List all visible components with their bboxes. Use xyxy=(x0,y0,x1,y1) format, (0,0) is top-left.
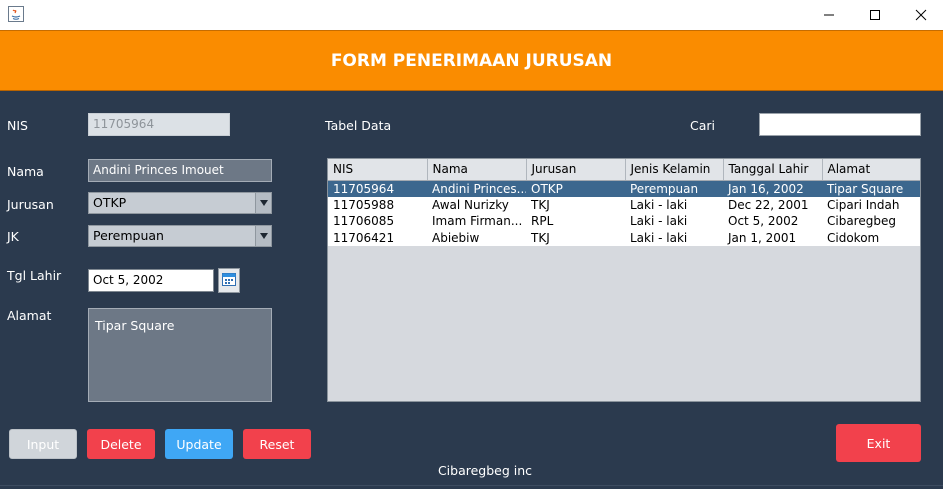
tgl-lahir-label: Tgl Lahir xyxy=(7,268,62,283)
table-cell: TKJ xyxy=(526,196,625,213)
column-header-nis[interactable]: NIS xyxy=(328,159,428,181)
jk-label: JK xyxy=(7,229,19,244)
jurusan-label: Jurusan xyxy=(7,197,54,212)
table-cell: Cipari Indah xyxy=(822,196,920,213)
table-cell: Cibaregbeg xyxy=(822,213,920,230)
cari-input[interactable] xyxy=(759,113,921,136)
column-header-jurusan[interactable]: Jurusan xyxy=(526,159,626,181)
nama-label: Nama xyxy=(7,164,44,179)
table-cell: Imam Firman... xyxy=(427,213,526,230)
maximize-button[interactable] xyxy=(852,0,898,30)
column-header-nama[interactable]: Nama xyxy=(427,159,527,181)
table-row[interactable]: 11705964 Andini Princes... OTKP Perempua… xyxy=(328,180,920,197)
table-cell: 11706085 xyxy=(328,213,427,230)
delete-button[interactable]: Delete xyxy=(87,429,155,459)
alamat-label: Alamat xyxy=(7,308,52,323)
table-cell: Oct 5, 2002 xyxy=(723,213,822,230)
table-cell: Cidokom xyxy=(822,229,920,246)
table-cell: Laki - laki xyxy=(625,213,723,230)
table-row[interactable]: 11705988 Awal Nurizky TKJ Laki - laki De… xyxy=(328,196,920,213)
java-app-icon xyxy=(8,6,24,22)
table-header-row: NIS Nama Jurusan Jenis Kelamin Tanggal L… xyxy=(328,159,920,181)
table-cell: Perempuan xyxy=(625,180,723,197)
table-cell: 11705988 xyxy=(328,196,427,213)
exit-button[interactable]: Exit xyxy=(836,424,921,462)
column-header-jenis-kelamin[interactable]: Jenis Kelamin xyxy=(625,159,724,181)
table-cell: Tipar Square xyxy=(822,180,920,197)
reset-button[interactable]: Reset xyxy=(243,429,311,459)
table-cell: Abiebiw xyxy=(427,229,526,246)
nis-label: NIS xyxy=(7,118,28,133)
jk-select[interactable]: Perempuan xyxy=(88,225,272,247)
form-header: FORM PENERIMAAN JURUSAN xyxy=(0,30,943,91)
table-cell: Laki - laki xyxy=(625,229,723,246)
table-cell: Andini Princes... xyxy=(427,180,526,197)
column-header-alamat[interactable]: Alamat xyxy=(822,159,920,181)
nama-field[interactable]: Andini Princes Imouet xyxy=(88,159,272,182)
tabel-data-label: Tabel Data xyxy=(325,118,392,133)
table-cell: Dec 22, 2001 xyxy=(723,196,822,213)
update-button[interactable]: Update xyxy=(165,429,233,459)
table-cell: 11705964 xyxy=(328,180,427,197)
table-row[interactable]: 11706085 Imam Firman... RPL Laki - laki … xyxy=(328,213,920,230)
table-cell: 11706421 xyxy=(328,229,427,246)
table-cell: Awal Nurizky xyxy=(427,196,526,213)
calendar-button[interactable] xyxy=(218,268,240,293)
minimize-button[interactable] xyxy=(806,0,852,30)
input-button[interactable]: Input xyxy=(9,429,77,459)
table-cell: Jan 1, 2001 xyxy=(723,229,822,246)
table-cell: OTKP xyxy=(526,180,625,197)
data-table[interactable]: NIS Nama Jurusan Jenis Kelamin Tanggal L… xyxy=(327,158,921,402)
table-cell: Laki - laki xyxy=(625,196,723,213)
alamat-textarea[interactable]: Tipar Square xyxy=(88,308,272,402)
window-titlebar xyxy=(0,0,943,30)
chevron-down-icon[interactable] xyxy=(255,193,271,213)
chevron-down-icon[interactable] xyxy=(255,226,271,246)
jurusan-select-value: OTKP xyxy=(93,195,127,210)
table-cell: Jan 16, 2002 xyxy=(723,180,822,197)
close-button[interactable] xyxy=(898,0,943,30)
window-bottom-border xyxy=(0,485,943,489)
table-cell: TKJ xyxy=(526,229,625,246)
column-header-tanggal-lahir[interactable]: Tanggal Lahir xyxy=(723,159,823,181)
jurusan-select[interactable]: OTKP xyxy=(88,192,272,214)
tgl-lahir-field[interactable]: Oct 5, 2002 xyxy=(88,269,214,292)
form-title: FORM PENERIMAAN JURUSAN xyxy=(330,51,613,71)
footer-text: Cibaregbeg inc xyxy=(437,463,533,478)
jk-select-value: Perempuan xyxy=(93,228,164,243)
calendar-icon xyxy=(222,272,236,289)
cari-label: Cari xyxy=(690,118,715,133)
table-row[interactable]: 11706421 Abiebiw TKJ Laki - laki Jan 1, … xyxy=(328,229,920,246)
table-cell: RPL xyxy=(526,213,625,230)
nis-field[interactable]: 11705964 xyxy=(88,113,230,136)
